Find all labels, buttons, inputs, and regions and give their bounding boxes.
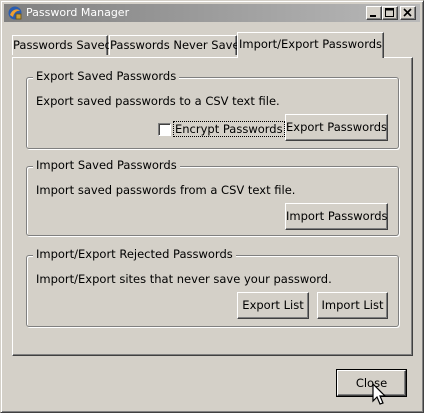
window-title: Password Manager xyxy=(26,6,130,19)
export-passwords-button[interactable]: Export Passwords xyxy=(285,114,388,141)
maximize-icon xyxy=(385,8,394,17)
minimize-icon xyxy=(370,15,376,17)
tab-passwords-saved[interactable]: Passwords Saved xyxy=(12,35,112,55)
export-group-title: Export Saved Passwords xyxy=(33,69,180,83)
maximize-button[interactable] xyxy=(382,6,398,20)
mouse-pointer-icon xyxy=(372,383,387,405)
import-group-title: Import Saved Passwords xyxy=(33,158,180,172)
window-close-button[interactable] xyxy=(400,6,416,20)
password-manager-icon xyxy=(8,6,22,20)
encrypt-passwords-label[interactable]: Encrypt Passwords xyxy=(173,121,285,137)
export-description: Export saved passwords to a CSV text fil… xyxy=(36,94,280,108)
import-export-panel: Export Saved Passwords Export saved pass… xyxy=(12,57,413,356)
rejected-group-title: Import/Export Rejected Passwords xyxy=(33,247,236,261)
rejected-description: Import/Export sites that never save your… xyxy=(36,272,332,286)
password-manager-window: Password Manager Passwords Saved Passwor… xyxy=(0,0,424,413)
import-group: Import Saved Passwords Import saved pass… xyxy=(26,158,399,236)
import-passwords-button[interactable]: Import Passwords xyxy=(285,203,388,230)
import-list-button[interactable]: Import List xyxy=(317,292,388,319)
tab-import-export-passwords[interactable]: Import/Export Passwords xyxy=(237,32,384,58)
title-bar[interactable]: Password Manager xyxy=(4,4,420,22)
rejected-passwords-group: Import/Export Rejected Passwords Import/… xyxy=(26,247,399,327)
tab-passwords-never-saved[interactable]: Passwords Never Saved xyxy=(109,35,247,55)
export-list-button[interactable]: Export List xyxy=(237,292,309,319)
export-group: Export Saved Passwords Export saved pass… xyxy=(26,69,399,149)
import-description: Import saved passwords from a CSV text f… xyxy=(36,183,296,197)
encrypt-passwords-checkbox[interactable] xyxy=(158,123,171,136)
minimize-button[interactable] xyxy=(366,6,382,20)
close-x-icon xyxy=(403,8,412,17)
